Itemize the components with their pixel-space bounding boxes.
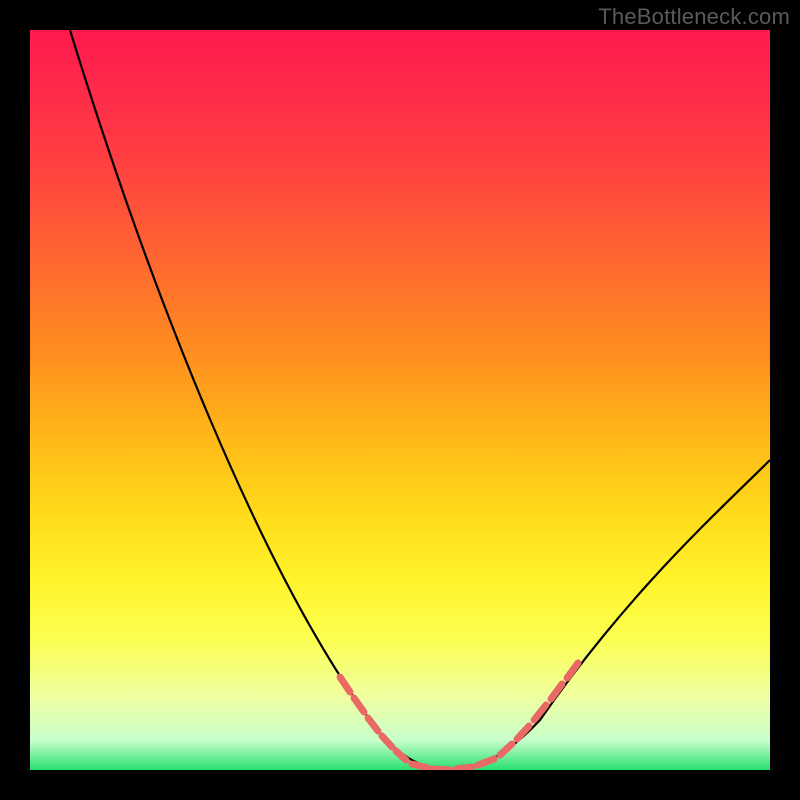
watermark-text: TheBottleneck.com <box>598 4 790 30</box>
chart-frame: TheBottleneck.com <box>0 0 800 800</box>
dash-segment <box>567 663 578 678</box>
dash-segment <box>534 705 546 720</box>
dash-segment <box>478 759 494 765</box>
dash-segment <box>500 744 512 755</box>
dash-segment <box>551 684 562 699</box>
dash-segment <box>456 767 472 769</box>
dash-segment <box>434 769 450 770</box>
dash-segment <box>412 764 428 768</box>
dash-segment <box>517 726 529 739</box>
dash-segment <box>368 718 378 731</box>
dash-segment <box>396 751 406 760</box>
bottleneck-curve <box>70 30 770 770</box>
plot-area <box>30 30 770 770</box>
curve-layer <box>30 30 770 770</box>
dash-segment <box>382 736 392 747</box>
dash-segment <box>340 677 350 692</box>
dash-segment <box>354 698 364 712</box>
